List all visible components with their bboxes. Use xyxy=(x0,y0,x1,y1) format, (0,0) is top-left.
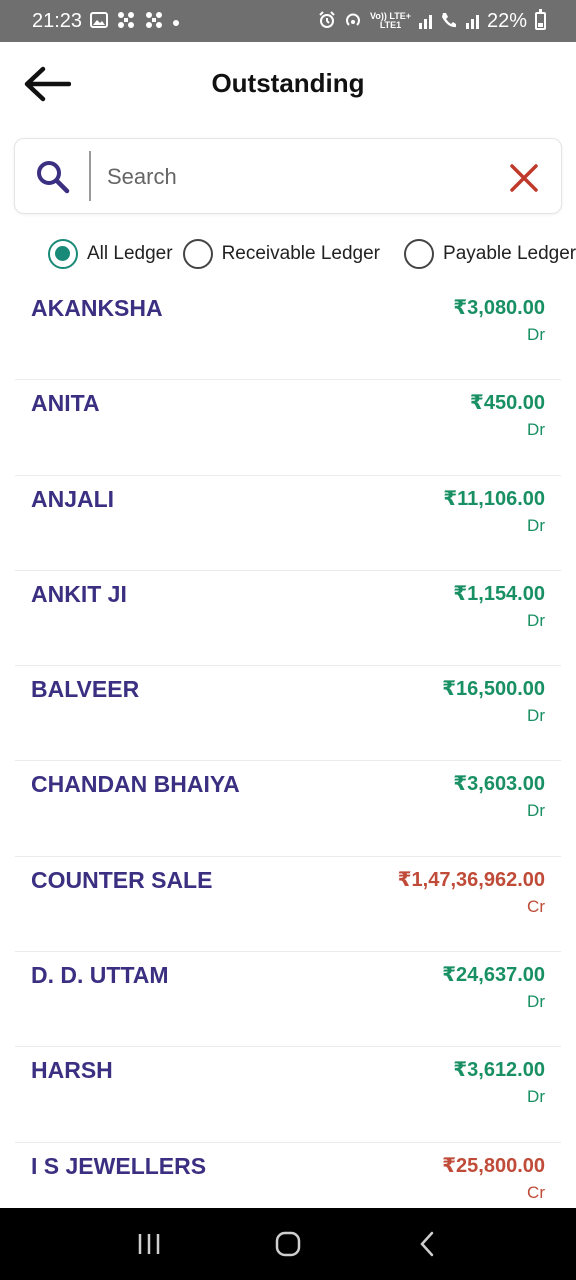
ledger-balance-type: Dr xyxy=(527,515,545,535)
search-bar xyxy=(14,138,562,214)
status-left: 21:23 xyxy=(32,10,180,33)
app-notification-icon xyxy=(116,11,136,32)
wifi-calling-icon xyxy=(440,11,458,32)
ledger-row[interactable]: HARSH ₹3,612.00 Dr xyxy=(15,1047,561,1143)
alarm-icon xyxy=(318,10,336,32)
ledger-row[interactable]: ANJALI ₹11,106.00 Dr xyxy=(15,476,561,571)
ledger-name: CHANDAN BHAIYA xyxy=(31,771,240,798)
search-input[interactable] xyxy=(107,157,487,197)
battery-icon xyxy=(535,9,546,30)
home-button[interactable] xyxy=(258,1214,318,1274)
ledger-row[interactable]: ANITA ₹450.00 Dr xyxy=(15,380,561,476)
gallery-icon xyxy=(90,11,109,31)
radio-button[interactable] xyxy=(48,239,78,269)
search-icon xyxy=(37,161,70,194)
system-navigation-bar xyxy=(0,1208,576,1280)
status-right: Vo)) LTE+ LTE1 22% xyxy=(318,9,546,33)
ledger-balance-type: Dr xyxy=(527,610,545,630)
ledger-name: HARSH xyxy=(31,1057,113,1084)
ledger-amount: ₹3,603.00 xyxy=(453,773,545,796)
ledger-row[interactable]: BALVEER ₹16,500.00 Dr xyxy=(15,666,561,762)
signal-icon xyxy=(418,13,432,29)
radio-payable-ledger[interactable]: Payable Ledger xyxy=(404,239,576,269)
ledger-row[interactable]: AKANKSHA ₹3,080.00 Dr xyxy=(15,285,561,381)
back-chevron-icon xyxy=(419,1231,433,1257)
ledger-row[interactable]: COUNTER SALE ₹1,47,36,962.00 Cr xyxy=(15,857,561,953)
ledger-balance-type: Dr xyxy=(527,420,545,440)
ledger-balance-type: Dr xyxy=(527,801,545,821)
ledger-filter-radio-group: All Ledger Receivable Ledger Payable Led… xyxy=(48,236,576,272)
radio-receivable-ledger[interactable]: Receivable Ledger xyxy=(182,239,381,269)
ledger-name: ANITA xyxy=(31,390,100,417)
ledger-name: ANKIT JI xyxy=(31,580,127,607)
ledger-amount: ₹450.00 xyxy=(469,392,545,415)
signal-icon xyxy=(465,13,479,29)
search-divider xyxy=(89,151,91,201)
ledger-name: AKANKSHA xyxy=(31,295,163,321)
ledger-row[interactable]: D. D. UTTAM ₹24,637.00 Dr xyxy=(15,952,561,1048)
ledger-amount: ₹24,637.00 xyxy=(442,964,545,987)
ledger-amount: ₹3,612.00 xyxy=(453,1059,545,1082)
network-type-label: Vo)) LTE+ LTE1 xyxy=(370,12,411,30)
ledger-amount: ₹16,500.00 xyxy=(442,678,545,701)
recents-button[interactable] xyxy=(119,1214,179,1274)
ledger-name: I S JEWELLERS xyxy=(31,1152,207,1179)
status-time: 21:23 xyxy=(32,9,83,32)
ledger-amount: ₹11,106.00 xyxy=(443,487,545,510)
ledger-list: AKANKSHA ₹3,080.00 Dr ANITA ₹450.00 Dr A… xyxy=(15,285,561,1238)
recents-icon xyxy=(139,1234,160,1254)
home-icon xyxy=(275,1231,301,1257)
radio-button[interactable] xyxy=(404,239,435,269)
app-notification-icon xyxy=(144,11,164,32)
radio-button[interactable] xyxy=(182,239,213,269)
page-title: Outstanding xyxy=(211,68,365,98)
ledger-balance-type: Cr xyxy=(527,1182,545,1202)
radio-label: Payable Ledger xyxy=(443,243,576,264)
ledger-balance-type: Dr xyxy=(527,1087,545,1107)
ledger-name: D. D. UTTAM xyxy=(31,962,169,989)
ledger-amount: ₹3,080.00 xyxy=(453,297,545,319)
ledger-amount: ₹1,154.00 xyxy=(453,582,545,605)
app-header: Outstanding xyxy=(0,42,576,130)
hotspot-icon xyxy=(344,11,362,32)
ledger-name: ANJALI xyxy=(31,485,115,512)
ledger-name: BALVEER xyxy=(31,676,140,703)
ledger-balance-type: Dr xyxy=(527,706,545,726)
status-bar: 21:23 Vo)) LTE+ LTE1 22% xyxy=(0,0,576,42)
ledger-name: COUNTER SALE xyxy=(31,866,213,893)
ledger-amount: ₹1,47,36,962.00 xyxy=(397,868,545,891)
ledger-row[interactable]: CHANDAN BHAIYA ₹3,603.00 Dr xyxy=(15,761,561,857)
more-notifications-dot-icon xyxy=(172,12,180,30)
radio-label: All Ledger xyxy=(87,243,173,264)
ledger-balance-type: Dr xyxy=(527,992,545,1012)
ledger-row[interactable]: ANKIT JI ₹1,154.00 Dr xyxy=(15,571,561,667)
radio-all-ledger[interactable]: All Ledger xyxy=(48,239,173,269)
battery-percentage: 22% xyxy=(486,9,527,32)
ledger-amount: ₹25,800.00 xyxy=(442,1154,545,1177)
close-icon[interactable] xyxy=(507,161,541,195)
ledger-balance-type: Cr xyxy=(527,896,545,916)
ledger-balance-type: Dr xyxy=(527,325,545,344)
radio-label: Receivable Ledger xyxy=(221,243,381,264)
network-line-2: LTE1 xyxy=(379,20,402,30)
system-back-button[interactable] xyxy=(397,1214,457,1274)
